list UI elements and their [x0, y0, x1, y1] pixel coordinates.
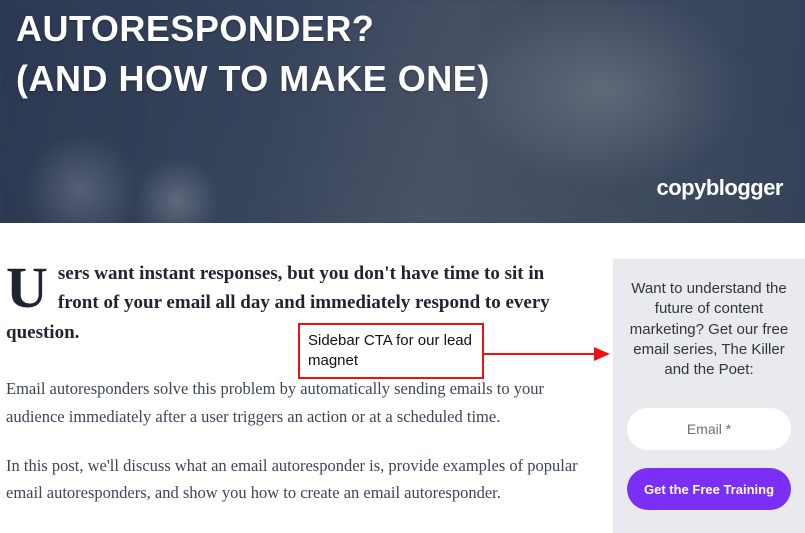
email-field[interactable] [627, 408, 791, 450]
brand-logo: copyblogger [656, 175, 783, 201]
sidebar-heading: Want to understand the future of content… [627, 279, 791, 380]
dropcap: U [6, 259, 58, 312]
sidebar-cta: Want to understand the future of content… [613, 259, 805, 533]
article-body: U sers want instant responses, but you d… [0, 259, 613, 533]
annotation-label: Sidebar CTA for our lead magnet [298, 323, 484, 379]
paragraph-1: Email autoresponders solve this problem … [6, 375, 589, 429]
hero-banner: AUTORESPONDER? (AND HOW TO MAKE ONE) cop… [0, 0, 805, 223]
paragraph-2: In this post, we'll discuss what an emai… [6, 452, 589, 506]
get-training-button[interactable]: Get the Free Training [627, 468, 791, 510]
page-title: AUTORESPONDER? (AND HOW TO MAKE ONE) [0, 0, 805, 105]
